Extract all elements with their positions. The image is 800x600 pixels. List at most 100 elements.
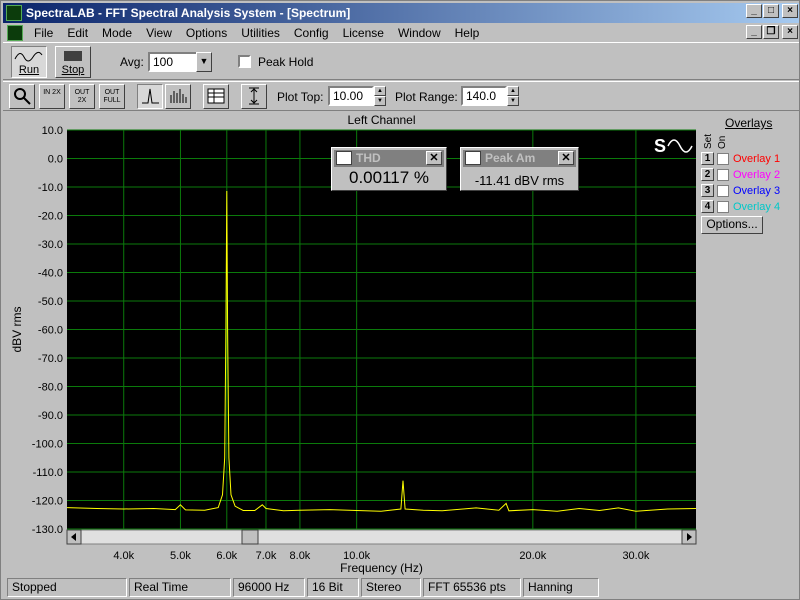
peak-value: -11.41 dBV rms — [474, 173, 565, 188]
avg-select[interactable]: 100 — [148, 52, 198, 72]
peak-hold-label: Peak Hold — [258, 55, 314, 69]
plot-top-input[interactable]: 10.00 — [328, 86, 374, 106]
minimize-button[interactable]: _ — [746, 4, 762, 18]
bar-mode-button[interactable] — [165, 84, 191, 109]
peak-hold-checkbox[interactable] — [238, 55, 251, 68]
x-tick-label: 4.0k — [113, 550, 134, 562]
y-tick-label: -90.0 — [38, 410, 63, 422]
status-sample-rate: 96000 Hz — [233, 578, 305, 597]
stop-label: Stop — [61, 64, 85, 76]
app-window: SpectraLAB - FFT Spectral Analysis Syste… — [0, 0, 800, 600]
thd-title: THD — [356, 151, 381, 165]
doc-restore-button[interactable]: ❐ — [763, 25, 779, 39]
overlay-row-3: 3 Overlay 3 — [701, 183, 780, 198]
status-channels: Stereo — [361, 578, 421, 597]
overlay-set-2-button[interactable]: 2 — [701, 168, 714, 181]
y-axis-label: dBV rms — [10, 306, 24, 352]
table-icon — [207, 88, 225, 104]
wave-icon — [336, 151, 352, 165]
doc-close-button[interactable]: × — [782, 25, 798, 39]
status-window: Hanning — [523, 578, 599, 597]
line-graph-icon — [142, 88, 159, 104]
overlays-panel: Overlays Set On 1 Overlay 1 2 Overlay 2 … — [699, 113, 799, 234]
menu-help[interactable]: Help — [448, 26, 487, 40]
menu-bar: File Edit Mode View Options Utilities Co… — [3, 23, 799, 42]
log-table-button[interactable] — [203, 84, 229, 109]
main-toolbar: Run Stop Avg: 100 ▼ Peak Hold — [3, 42, 799, 80]
thd-readout[interactable]: THD ✕ 0.00117 % — [331, 147, 447, 191]
overlays-title: Overlays — [725, 116, 773, 130]
document-icon[interactable] — [7, 24, 23, 41]
overlay-set-4-button[interactable]: 4 — [701, 200, 714, 213]
menu-license[interactable]: License — [336, 26, 391, 40]
doc-minimize-button[interactable]: _ — [746, 25, 762, 39]
overlay-options-button[interactable]: Options... — [701, 216, 763, 234]
x-axis-label: Frequency (Hz) — [340, 561, 423, 575]
run-button[interactable]: Run — [11, 46, 47, 78]
wave-icon — [465, 151, 481, 165]
magnifier-icon — [14, 88, 31, 105]
menu-file[interactable]: File — [27, 26, 60, 40]
y-tick-label: -60.0 — [38, 325, 63, 337]
zoom-search-button[interactable] — [9, 84, 35, 109]
x-tick-label: 8.0k — [290, 550, 311, 562]
y-tick-label: -20.0 — [38, 211, 63, 223]
x-tick-label: 7.0k — [256, 550, 277, 562]
stop-button[interactable]: Stop — [55, 46, 91, 78]
zoom-in-button[interactable]: IN 2X — [39, 84, 65, 109]
overlay-set-3-button[interactable]: 3 — [701, 184, 714, 197]
cursor-button[interactable] — [241, 84, 267, 109]
thd-close-button[interactable]: ✕ — [426, 151, 442, 165]
overlay-2-label: Overlay 2 — [733, 168, 781, 181]
menu-config[interactable]: Config — [287, 26, 336, 40]
plot-range-input[interactable]: 140.0 — [461, 86, 507, 106]
status-mode: Real Time — [129, 578, 231, 597]
overlay-row-1: 1 Overlay 1 — [701, 151, 780, 166]
maximize-button[interactable]: □ — [763, 4, 779, 18]
overlay-set-1-button[interactable]: 1 — [701, 152, 714, 165]
status-fft-size: FFT 65536 pts — [423, 578, 521, 597]
menu-mode[interactable]: Mode — [95, 26, 139, 40]
y-tick-label: -70.0 — [38, 353, 63, 365]
plot-range-label: Plot Range: — [395, 90, 458, 104]
zoom-full-label: OUT FULL — [103, 89, 121, 104]
zoom-out-button[interactable]: OUT 2X — [69, 84, 95, 109]
peak-close-button[interactable]: ✕ — [558, 151, 574, 165]
plot-top-spinner[interactable]: ▲ ▼ — [374, 86, 386, 106]
peak-title: Peak Am — [485, 151, 536, 165]
x-tick-label: 20.0k — [519, 550, 546, 562]
menu-utilities[interactable]: Utilities — [234, 26, 287, 40]
menu-edit[interactable]: Edit — [60, 26, 95, 40]
overlay-on-3-checkbox[interactable] — [717, 184, 729, 197]
line-mode-button[interactable] — [137, 84, 163, 109]
status-bit-depth: 16 Bit — [307, 578, 359, 597]
y-tick-label: -50.0 — [38, 296, 63, 308]
menu-window[interactable]: Window — [391, 26, 448, 40]
close-button[interactable]: × — [782, 4, 798, 18]
zoom-in-label: IN 2X — [43, 89, 61, 96]
thd-header: THD ✕ — [334, 150, 444, 167]
window-title: SpectraLAB - FFT Spectral Analysis Syste… — [26, 6, 351, 20]
peak-amplitude-readout[interactable]: Peak Am ✕ -11.41 dBV rms — [460, 147, 579, 191]
overlay-on-2-checkbox[interactable] — [717, 168, 729, 181]
plot-range-spinner[interactable]: ▲ ▼ — [507, 86, 519, 106]
y-tick-label: 10.0 — [42, 125, 63, 137]
y-tick-label: -110.0 — [33, 467, 63, 479]
avg-dropdown-arrow[interactable]: ▼ — [196, 52, 212, 72]
overlay-on-1-checkbox[interactable] — [717, 152, 729, 165]
y-tick-label: -130.0 — [32, 524, 63, 536]
plot-top-label: Plot Top: — [277, 90, 324, 104]
overlay-on-4-checkbox[interactable] — [717, 200, 729, 213]
x-tick-label: 5.0k — [170, 550, 191, 562]
zoom-full-button[interactable]: OUT FULL — [99, 84, 125, 109]
scroll-thumb[interactable] — [241, 529, 259, 545]
overlay-row-2: 2 Overlay 2 — [701, 167, 780, 182]
menu-options[interactable]: Options — [179, 26, 234, 40]
menu-view[interactable]: View — [139, 26, 179, 40]
status-run-state: Stopped — [7, 578, 127, 597]
set-label: Set — [703, 133, 714, 149]
sa-logo: S — [654, 136, 666, 156]
y-tick-label: -10.0 — [38, 182, 63, 194]
h-scrollbar[interactable] — [66, 529, 697, 545]
avg-label: Avg: — [120, 55, 144, 69]
